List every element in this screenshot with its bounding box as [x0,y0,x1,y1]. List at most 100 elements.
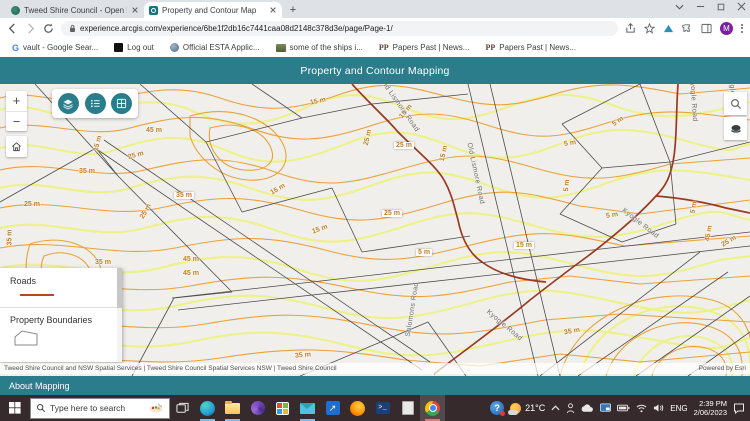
taskbar-chrome[interactable] [420,395,445,421]
layers-icon [63,99,73,110]
extensions-puzzle-icon[interactable] [682,23,693,34]
search-icon [36,403,46,413]
taskbar-powershell[interactable]: >_ [370,395,395,421]
extension-badge-icon[interactable] [663,23,674,34]
back-icon[interactable] [7,22,18,34]
address-bar[interactable]: experience.arcgis.com/experience/6be1f2d… [61,20,618,36]
display-settings-icon[interactable] [600,403,612,413]
legend-button[interactable] [84,93,106,114]
system-tray: ? 21°C ENG 2:39 PM 2/06/2023 [490,399,750,418]
tab-title: Property and Contour Map [162,5,257,15]
close-tab-icon[interactable] [269,6,277,14]
profile-avatar[interactable]: M [720,21,733,35]
logout-favicon [114,43,124,52]
file-explorer-icon [225,400,240,414]
taskbar-search-input[interactable]: Type here to search [30,397,170,419]
chrome-icon [425,400,440,416]
legend-panel: Roads Property Boundaries [0,268,122,362]
reload-icon[interactable] [43,23,54,34]
browser-window: Tweed Shire Council - Open Dat... Proper… [0,0,750,57]
taskbar-notepad[interactable] [395,395,420,421]
share-icon[interactable] [625,22,636,34]
tab-title: Tweed Shire Council - Open Dat... [24,5,127,15]
forward-icon[interactable] [25,22,36,34]
legend-divider [0,307,122,308]
esta-seal-favicon [169,43,179,52]
weather-sun-cloud-icon [508,402,522,415]
bookmark-item[interactable]: some of the ships i... [275,43,363,52]
bookmark-star-icon[interactable] [644,22,655,34]
url-text: experience.arcgis.com/experience/6be1f2d… [80,23,393,33]
bookmark-item[interactable]: PP Papers Past | News... [379,43,470,52]
volume-icon[interactable] [653,403,664,413]
photos-icon: ↗ [325,401,340,415]
bookmark-item[interactable]: PP Papers Past | News... [485,43,576,52]
basemap-icon [117,98,127,109]
taskbar-file-explorer[interactable] [220,395,245,421]
legend-boundaries-label: Property Boundaries [10,315,93,325]
about-mapping-link[interactable]: About Mapping [9,381,70,391]
about-mapping-bar: About Mapping [0,376,750,395]
tab-property-contour[interactable]: Property and Contour Map [144,2,282,18]
taskbar-edge[interactable] [195,395,220,421]
maximize-icon[interactable] [717,3,725,11]
papers-past-favicon: PP [485,43,496,52]
side-panel-icon[interactable] [701,23,712,34]
roads-swatch [20,294,54,296]
microsoft-store-icon [276,401,289,415]
legend-list-icon [90,99,100,108]
papers-past-favicon: PP [378,43,389,52]
weather-widget[interactable]: 21°C [508,402,545,415]
new-tab-button[interactable]: + [286,3,300,17]
legend-roads-label: Roads [10,276,37,286]
bookmark-item[interactable]: Log out [114,43,154,52]
show-hidden-icons-chevron[interactable] [551,405,560,411]
legend-scrollbar[interactable] [117,268,122,362]
language-indicator[interactable]: ENG [670,404,687,413]
basemap-gallery-button[interactable] [111,93,133,114]
taskbar-movies-tv[interactable] [245,395,270,421]
basemap-layers-icon [730,124,741,133]
tab-strip: Tweed Shire Council - Open Dat... Proper… [0,0,750,18]
taskbar-mail[interactable] [295,395,320,421]
zoom-out-button[interactable]: − [6,111,27,131]
taskbar-firefox[interactable] [345,395,370,421]
tab-search-chevron-icon[interactable] [675,4,684,10]
action-center-icon[interactable] [733,402,745,414]
task-view-icon [176,402,189,413]
battery-icon[interactable] [617,404,630,412]
bookmark-item[interactable]: Official ESTA Applic... [169,43,260,52]
search-highlight-bowl-icon[interactable] [148,402,164,414]
map-search-button[interactable] [724,92,747,115]
tab-tweed-shire[interactable]: Tweed Shire Council - Open Dat... [6,2,144,18]
taskbar-store[interactable] [270,395,295,421]
property-boundary-swatch [14,330,38,346]
taskbar-clock[interactable]: 2:39 PM 2/06/2023 [694,399,727,418]
menu-kebab-icon[interactable] [741,23,743,33]
bookmarks-bar: Gvault - Google Sear... Log out Official… [0,38,750,57]
zoom-in-button[interactable]: + [6,91,27,111]
close-window-icon[interactable] [737,2,746,11]
powershell-icon: >_ [375,402,390,414]
attribution-sources: Tweed Shire Council and NSW Spatial Serv… [4,365,337,372]
map-attribution: Tweed Shire Council and NSW Spatial Serv… [0,363,750,374]
layers-button[interactable] [57,93,79,114]
taskbar-photos[interactable]: ↗ [320,395,345,421]
tray-app-icon[interactable] [566,402,575,414]
basemap-toggle-button[interactable] [724,117,747,140]
get-help-icon[interactable]: ? [490,401,506,416]
minimize-icon[interactable] [696,2,705,11]
start-button[interactable] [0,395,30,421]
default-extent-button[interactable] [6,136,27,157]
secure-lock-icon[interactable] [69,24,76,33]
wifi-icon[interactable] [636,404,647,413]
movies-tv-icon [250,401,265,415]
firefox-icon [350,400,365,416]
windows-taskbar: Type here to search ↗ >_ ? 21°C ENG 2:39… [0,395,750,421]
map-container[interactable]: 15 m 15 m 25 m 25 m 15 m 45 m 25 m 35 m 15 m 25 m… [0,84,750,376]
bookmark-item[interactable]: Gvault - Google Sear... [12,43,98,53]
search-icon [730,98,741,109]
onedrive-cloud-icon[interactable] [581,403,594,413]
close-tab-icon[interactable] [131,6,139,14]
task-view-button[interactable] [170,395,195,421]
